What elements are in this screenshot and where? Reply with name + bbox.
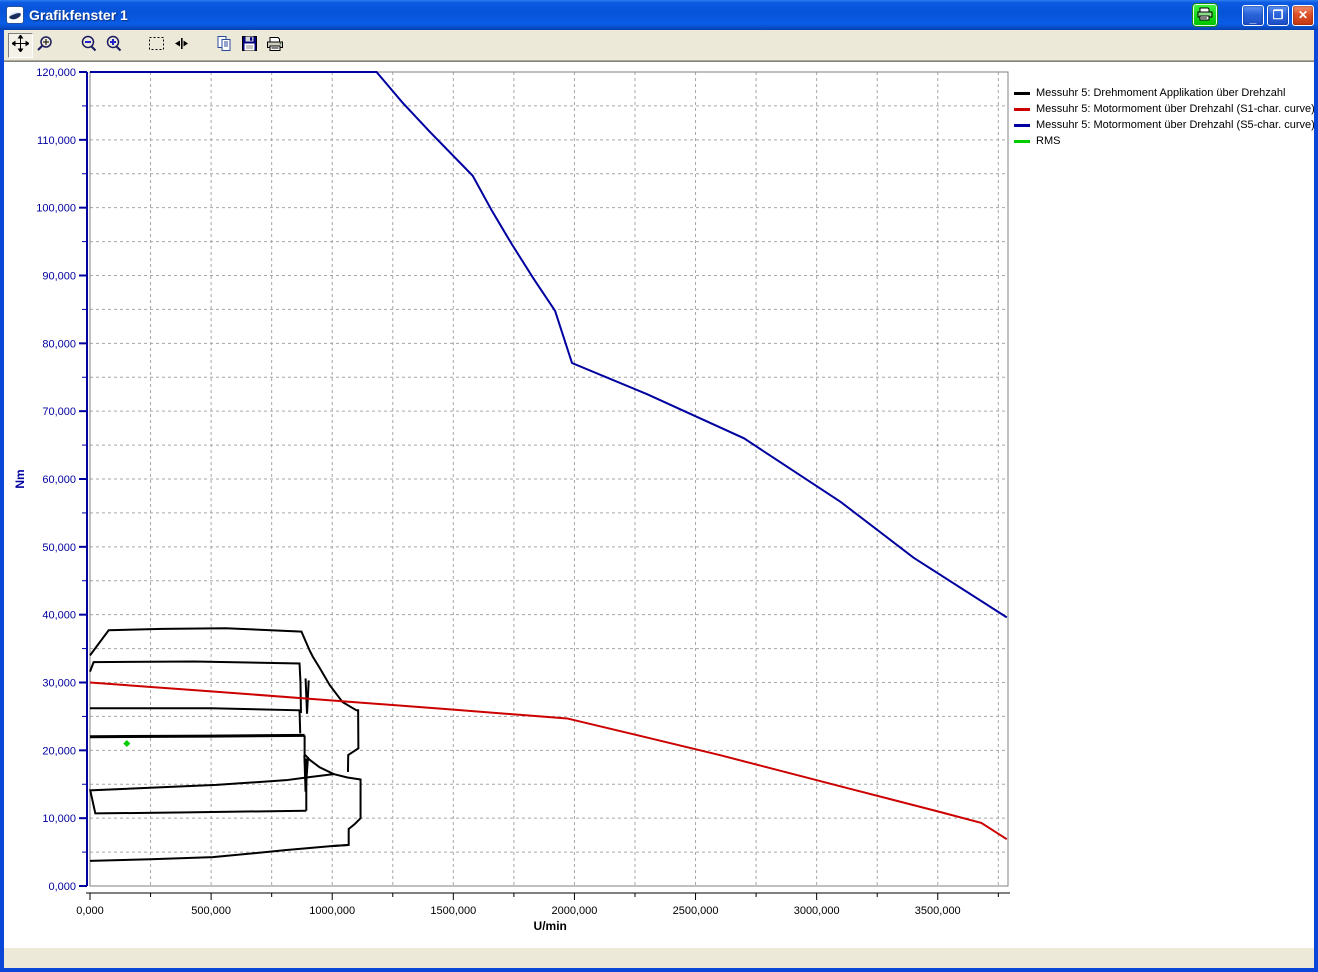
svg-text:2500,000: 2500,000	[673, 905, 719, 917]
svg-text:40,000: 40,000	[42, 610, 76, 622]
print-chart-button[interactable]	[1193, 4, 1217, 26]
zoom-in-button[interactable]	[101, 33, 126, 58]
svg-text:50,000: 50,000	[42, 542, 76, 554]
series-line	[306, 678, 309, 713]
floppy-disk-icon	[241, 35, 258, 55]
legend-item: RMS	[1014, 133, 1315, 149]
series-line	[90, 735, 305, 736]
legend-swatch	[1014, 108, 1030, 111]
toolbar	[4, 30, 1314, 61]
svg-text:500,000: 500,000	[191, 905, 231, 917]
svg-text:80,000: 80,000	[42, 338, 76, 350]
svg-text:70,000: 70,000	[42, 406, 76, 418]
svg-text:3000,000: 3000,000	[794, 905, 840, 917]
legend-item: Messuhr 5: Motormoment über Drehzahl (S5…	[1014, 117, 1315, 133]
maximize-button[interactable]: ❐	[1267, 5, 1289, 26]
svg-text:0,000: 0,000	[76, 905, 104, 917]
svg-text:1500,000: 1500,000	[430, 905, 476, 917]
svg-text:90,000: 90,000	[42, 271, 76, 283]
legend-item: Messuhr 5: Drehmoment Applikation über D…	[1014, 85, 1315, 101]
svg-text:20,000: 20,000	[42, 745, 76, 757]
compress-axis-button[interactable]	[169, 33, 194, 58]
svg-text:110,000: 110,000	[37, 135, 76, 147]
close-icon: ✕	[1293, 6, 1313, 25]
print-button[interactable]	[262, 33, 287, 58]
magnifier-plus-icon	[105, 35, 122, 55]
series-line	[90, 774, 333, 813]
maximize-icon: ❐	[1268, 6, 1288, 25]
svg-text:U/min: U/min	[534, 919, 567, 933]
grafikfenster-window: Grafikfenster 1 _ ❐ ✕	[0, 0, 1318, 972]
legend-item: Messuhr 5: Motormoment über Drehzahl (S1…	[1014, 101, 1315, 117]
series-line	[304, 755, 308, 792]
app-icon	[6, 6, 24, 24]
svg-text:100,000: 100,000	[36, 203, 76, 215]
legend-swatch	[1014, 92, 1030, 95]
dashed-rectangle-icon	[148, 35, 165, 55]
svg-text:2000,000: 2000,000	[551, 905, 597, 917]
zoom-drag-tool-button[interactable]	[33, 33, 58, 58]
arrows-to-line-icon	[173, 35, 190, 55]
series-line	[90, 72, 1007, 617]
title-bar[interactable]: Grafikfenster 1 _ ❐ ✕	[0, 0, 1318, 30]
status-bar	[4, 947, 1314, 968]
rms-marker	[123, 740, 130, 747]
svg-text:10,000: 10,000	[42, 813, 76, 825]
svg-text:1000,000: 1000,000	[309, 905, 355, 917]
series-line	[90, 628, 358, 772]
magnifier-crosshair-icon	[37, 35, 54, 55]
series-line	[90, 708, 300, 733]
printer-icon	[1197, 7, 1213, 24]
svg-text:0,000: 0,000	[48, 881, 76, 893]
move-crosshair-icon	[12, 35, 29, 55]
pan-tool-button[interactable]	[8, 33, 33, 58]
series-line	[90, 661, 301, 713]
region-select-button[interactable]	[144, 33, 169, 58]
legend-label: RMS	[1036, 135, 1060, 147]
series-line	[305, 735, 361, 846]
close-button[interactable]: ✕	[1292, 5, 1314, 26]
window-title: Grafikfenster 1	[29, 7, 1193, 23]
svg-text:30,000: 30,000	[42, 678, 76, 690]
chart-area[interactable]: Messuhr 5: Drehmoment Applikation über D…	[4, 61, 1314, 947]
legend-swatch	[1014, 124, 1030, 127]
svg-text:3500,000: 3500,000	[915, 905, 961, 917]
legend-label: Messuhr 5: Motormoment über Drehzahl (S5…	[1036, 119, 1315, 131]
magnifier-minus-icon	[80, 35, 97, 55]
chart-legend: Messuhr 5: Drehmoment Applikation über D…	[1014, 85, 1315, 149]
minimize-button[interactable]: _	[1242, 5, 1264, 26]
svg-text:60,000: 60,000	[42, 474, 76, 486]
save-button[interactable]	[237, 33, 262, 58]
svg-text:120,000: 120,000	[36, 67, 76, 79]
legend-label: Messuhr 5: Motormoment über Drehzahl (S1…	[1036, 103, 1315, 115]
minimize-icon: _	[1243, 9, 1263, 28]
legend-swatch	[1014, 140, 1030, 143]
copy-pages-icon	[216, 35, 233, 55]
printer-icon	[266, 36, 284, 55]
series-line	[90, 683, 1007, 840]
legend-label: Messuhr 5: Drehmoment Applikation über D…	[1036, 87, 1285, 99]
copy-button[interactable]	[212, 33, 237, 58]
series-line	[90, 845, 348, 861]
svg-text:Nm: Nm	[13, 469, 27, 488]
zoom-out-button[interactable]	[76, 33, 101, 58]
